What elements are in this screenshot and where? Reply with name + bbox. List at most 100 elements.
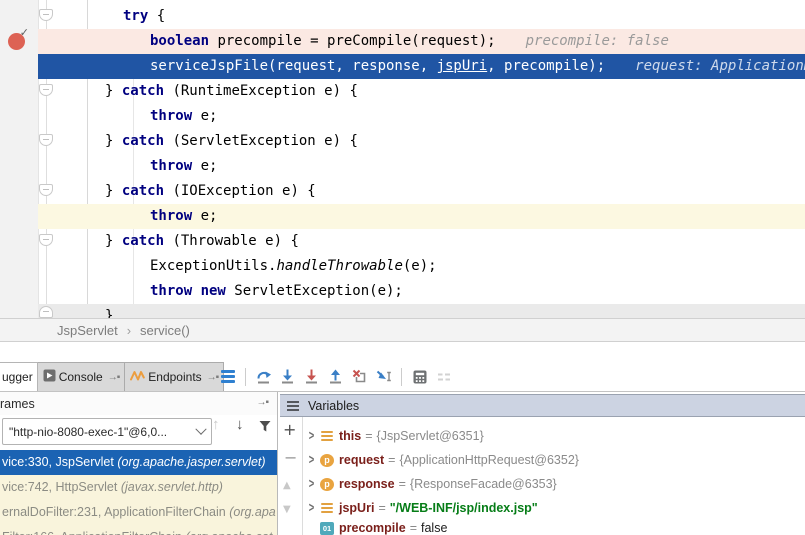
frame-location: Filter:166, ApplicationFilterChain [2,530,185,535]
code-token: { [148,8,165,24]
code-line-text: boolean precompile = preCompile(request)… [150,29,669,54]
panel-options-icon[interactable]: →▪ [254,397,268,408]
equals-sign: = [384,453,399,467]
variable-value: {ResponseFacade@6353} [410,477,557,491]
field-icon [320,502,334,515]
code-token: (Throwable e) { [164,233,299,249]
inline-debug-hint: request: ApplicationHttpRe [635,58,805,74]
code-editor[interactable]: try {boolean precompile = preCompile(req… [0,0,805,318]
expand-chevron-icon[interactable]: > [307,453,316,468]
expand-chevron-icon[interactable]: > [307,429,316,444]
variable-row[interactable]: >presponse={ResponseFacade@6353} [303,472,805,496]
code-line[interactable]: } catch (RuntimeException e) { [38,79,805,104]
frame-location: ernalDoFilter:231, ApplicationFilterChai… [2,505,229,519]
code-line-text: serviceJspFile(request, response, jspUri… [150,54,805,79]
code-token: jspUri [437,58,488,74]
code-line[interactable]: serviceJspFile(request, response, jspUri… [38,54,805,79]
code-line-text: } [105,304,113,318]
tab-endpoints[interactable]: Endpoints →▪ [125,362,224,391]
step-into-button[interactable] [278,367,297,386]
remove-watch-button[interactable]: − [284,448,297,467]
code-line-text: } catch (ServletException e) { [105,129,358,154]
frame-package: (org.apache.jasper.servlet) [117,455,265,469]
code-token: (ServletException e) { [164,133,358,149]
expand-chevron-icon[interactable]: > [307,501,316,516]
stepping-toolbar [218,362,453,391]
variable-value: {ApplicationHttpRequest@6352} [399,453,578,467]
panel-divider[interactable] [277,392,278,535]
code-token: handleThrowable [276,258,402,274]
code-line-text: throw e; [150,204,217,229]
variable-row[interactable]: >prequest={ApplicationHttpRequest@6352} [303,448,805,472]
stack-frame-row[interactable]: vice:330, JspServlet (org.apache.jasper.… [0,450,277,475]
hide-frames-filter-button[interactable] [258,420,272,438]
code-token: throw [150,208,192,224]
code-token: (RuntimeException e) { [164,83,358,99]
code-token: ServletException(e); [226,283,403,299]
code-line[interactable]: throw e; [38,104,805,129]
step-over-button[interactable] [254,367,273,386]
code-token: e; [192,208,217,224]
tab-console[interactable]: Console →▪ [38,362,126,391]
code-line[interactable]: try { [38,4,805,29]
frames-panel: rames →▪ "http-nio-8080-exec-1"@6,0... ↑… [0,392,277,535]
breadcrumb-method[interactable]: service() [140,323,190,338]
run-to-cursor-button[interactable] [374,367,393,386]
code-token: e; [192,158,217,174]
thread-dropdown-value: "http-nio-8080-exec-1"@6,0... [9,425,167,439]
code-token: } [105,83,122,99]
console-icon [43,369,56,385]
chevron-down-icon [195,423,206,434]
stack-frame-row[interactable]: vice:742, HttpServlet (javax.servlet.htt… [0,475,277,500]
variable-value: {JspServlet@6351} [377,429,484,443]
code-line[interactable]: } [38,304,805,318]
force-step-into-button[interactable] [302,367,321,386]
tab-debugger[interactable]: ugger [0,362,38,391]
breakpoint-icon[interactable] [8,33,25,50]
code-line-text: } catch (Throwable e) { [105,229,299,254]
code-line[interactable]: ExceptionUtils.handleThrowable(e); [38,254,805,279]
equals-sign: = [361,429,376,443]
toolbar-separator [245,368,246,386]
code-line[interactable]: throw new ServletException(e); [38,279,805,304]
previous-frame-button[interactable]: ↑ [212,416,220,433]
code-line[interactable]: throw e; [38,154,805,179]
code-line[interactable]: throw e; [38,204,805,229]
equals-sign: = [406,521,421,535]
step-out-button[interactable] [326,367,345,386]
code-line[interactable]: boolean precompile = preCompile(request)… [38,29,805,54]
code-token: (IOException e) { [164,183,316,199]
tab-endpoints-label: Endpoints [148,370,201,384]
stack-frame-row[interactable]: Filter:166, ApplicationFilterChain (org.… [0,525,277,535]
breadcrumb-class[interactable]: JspServlet [57,323,118,338]
code-line[interactable]: } catch (IOException e) { [38,179,805,204]
parameter-icon: p [320,454,334,467]
menu-icon[interactable] [218,367,237,386]
inline-debug-hint: precompile: false [526,33,669,49]
drop-frame-button[interactable] [350,367,369,386]
frame-package: (org.apa [229,505,276,519]
code-token: catch [122,233,164,249]
next-frame-button[interactable]: ↓ [236,416,244,433]
tab-options-icon: →▪ [205,372,219,383]
fold-end-marker-icon[interactable] [39,306,53,318]
code-line[interactable]: } catch (Throwable e) { [38,229,805,254]
code-line[interactable]: } catch (ServletException e) { [38,129,805,154]
code-token: , precompile); [487,58,605,74]
field-icon [320,430,334,443]
evaluate-expression-button[interactable] [410,367,429,386]
code-token: precompile = preCompile(request); [209,33,496,49]
menu-icon[interactable] [287,405,299,407]
variable-row[interactable]: >this={JspServlet@6351} [303,424,805,448]
code-token: catch [122,83,164,99]
code-token: serviceJspFile(request, response, [150,58,437,74]
stack-frame-row[interactable]: ernalDoFilter:231, ApplicationFilterChai… [0,500,277,525]
move-up-icon: ▲ [283,480,291,491]
variable-name: response [339,477,395,491]
variable-name: precompile [339,521,406,535]
variable-row[interactable]: 01precompile=false [303,516,805,535]
expand-chevron-icon[interactable]: > [307,477,316,492]
thread-dropdown[interactable]: "http-nio-8080-exec-1"@6,0... [2,418,212,445]
add-watch-button[interactable]: + [283,420,296,439]
code-line-text: ExceptionUtils.handleThrowable(e); [150,254,437,279]
